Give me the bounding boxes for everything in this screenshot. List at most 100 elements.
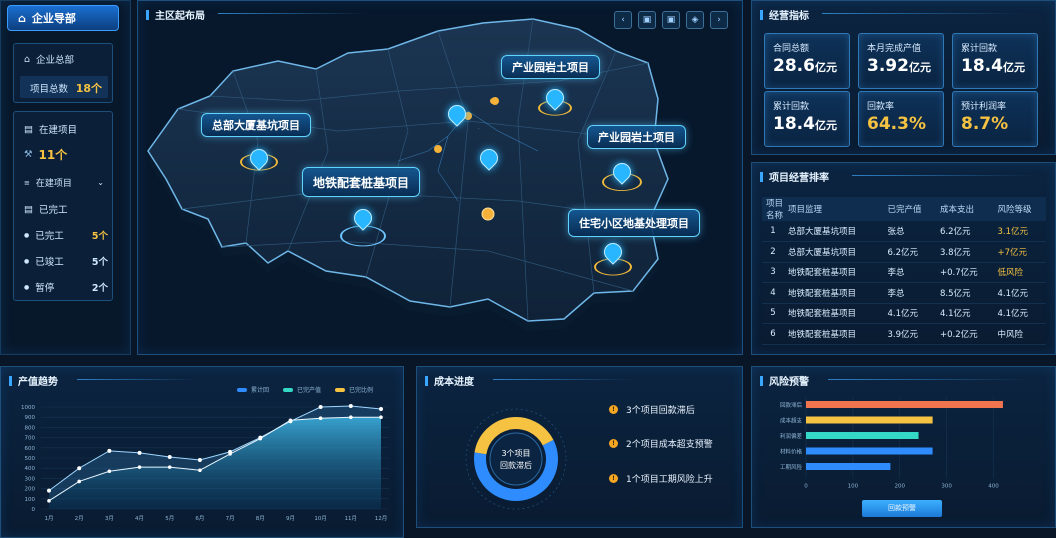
- alert-icon: !: [609, 474, 618, 483]
- bar: [806, 416, 933, 424]
- data-point: [318, 405, 323, 409]
- title-divider: [822, 13, 1022, 14]
- trend-title: 产值趋势: [9, 373, 58, 388]
- kpi-card[interactable]: 本月完成产值 3.92亿元: [858, 33, 944, 89]
- map-label-project[interactable]: 总部大厦基坑项目: [201, 113, 311, 137]
- kpi-card[interactable]: 累计回款 18.4亿元: [764, 91, 850, 147]
- status-item[interactable]: ● 已竣工 5个: [24, 254, 108, 268]
- kpi-card[interactable]: 回款率 64.3%: [858, 91, 944, 147]
- filter-icon: ≡: [24, 178, 30, 187]
- table-cell: 4.1亿元: [993, 282, 1046, 304]
- kpi-label: 累计回款: [773, 102, 810, 112]
- status-item-value: 5个: [91, 257, 108, 268]
- table-cell: 总部大厦基坑项目: [784, 221, 884, 242]
- kpi-number: 18.4: [773, 114, 815, 134]
- kpi-card[interactable]: 预计利润率 8.7%: [952, 91, 1038, 147]
- data-point: [349, 415, 353, 419]
- table-cell: 张总: [883, 221, 936, 242]
- table-row[interactable]: 3 地铁配套桩基项目 李总 +0.7亿元 低风险: [762, 262, 1046, 283]
- table-row[interactable]: 4 地铁配套桩基项目 李总 8.5亿元 4.1亿元: [762, 282, 1046, 304]
- status-item[interactable]: ● 暂停 2个: [24, 280, 108, 294]
- map-label-project[interactable]: 产业园岩土项目: [587, 125, 686, 149]
- cost-alert-item[interactable]: ! 2个项目成本超支预警: [609, 437, 713, 450]
- category-label: 成本超支: [780, 417, 803, 425]
- y-tick-label: 700: [25, 436, 36, 442]
- kpi-label: 回款率: [867, 102, 895, 112]
- table-row[interactable]: 1 总部大厦基坑项目 张总 6.2亿元 3.1亿元: [762, 221, 1046, 242]
- kpi-card[interactable]: 合同总额 28.6亿元: [764, 33, 850, 89]
- completed-heading[interactable]: ▤ 已完工: [24, 202, 68, 217]
- x-tick-label: 300: [941, 484, 952, 490]
- table-cell: 总部大厦基坑项目: [784, 241, 884, 263]
- map-label-project[interactable]: 地铁配套桩基项目: [302, 167, 421, 197]
- table-cell: 6: [762, 323, 784, 345]
- kpi-value: 18.4亿元: [773, 114, 837, 134]
- kpi-card[interactable]: 累计回款 18.4亿元: [952, 33, 1038, 89]
- map-label-project[interactable]: 产业园岩土项目: [501, 55, 600, 79]
- map-label-project[interactable]: 住宅小区地基处理项目: [568, 209, 700, 237]
- table-cell: 2: [762, 241, 784, 263]
- y-tick-label: 300: [25, 476, 36, 482]
- kpi-number: 64.3%: [867, 114, 926, 134]
- table-header: 项目监理: [784, 197, 884, 221]
- data-point: [348, 403, 353, 408]
- document-icon: ▤: [24, 123, 33, 135]
- table-row[interactable]: 2 总部大厦基坑项目 6.2亿元 3.8亿元 +7亿元: [762, 241, 1046, 263]
- cost-alert-text: 3个项目回款滞后: [626, 406, 695, 416]
- table-cell: 李总: [883, 262, 936, 283]
- table-row[interactable]: 5 地铁配套桩基项目 4.1亿元 4.1亿元 4.1亿元: [762, 303, 1046, 324]
- x-tick-label: 5月: [165, 515, 174, 522]
- kpi-unit: 亿元: [908, 61, 931, 74]
- table-row[interactable]: 6 地铁配套桩基项目 3.9亿元 +0.2亿元 中风险: [762, 323, 1046, 345]
- data-point: [47, 488, 51, 493]
- building-icon: ⌂: [24, 53, 31, 65]
- data-point: [137, 465, 142, 469]
- donut-center-line2: 回款滞后: [500, 461, 532, 470]
- document-icon: ▤: [24, 203, 33, 215]
- data-point: [77, 466, 82, 471]
- kpi-label: 本月完成产值: [867, 44, 922, 54]
- kpi-number: 18.4: [961, 56, 1003, 76]
- bar: [806, 463, 891, 470]
- table-cell: +7亿元: [993, 241, 1046, 263]
- hq-row[interactable]: ⌂ 企业总部: [24, 52, 74, 67]
- x-tick-label: 200: [895, 484, 906, 490]
- data-point: [288, 418, 293, 423]
- risk-action-button[interactable]: 回款预警: [862, 500, 942, 517]
- in-progress-row[interactable]: ▤ 在建项目: [24, 122, 77, 137]
- donut-center-text: 3个项目 回款滞后: [485, 448, 547, 472]
- data-point: [167, 465, 172, 469]
- trend-chart: 0 100 200 300 400 500 600 700 800 900 1000 1月 2月 3月 4月…: [21, 403, 389, 522]
- kpi-label: 合同总额: [773, 44, 810, 54]
- enterprise-nav-label: 企业导部: [31, 12, 76, 25]
- table-cell: 李总: [883, 282, 936, 304]
- trend-panel: 产值趋势 累计回 已完产值 已完比例 0 100 200 300 400 500 600 700 8…: [0, 366, 404, 538]
- bar: [806, 447, 933, 455]
- table-cell: 3: [762, 262, 784, 283]
- kpi-value: 3.92亿元: [867, 56, 931, 76]
- y-tick-label: 900: [25, 415, 36, 421]
- enterprise-nav-button[interactable]: ⌂ 企业导部: [7, 5, 119, 31]
- category-label: 工期风险: [780, 463, 803, 471]
- data-point: [198, 468, 202, 473]
- cost-alert-item[interactable]: ! 3个项目回款滞后: [609, 403, 695, 416]
- project-dropdown[interactable]: ≡ 在建项目 ⌄: [24, 176, 104, 189]
- in-progress-count-row: ⚒ 11个: [24, 146, 67, 163]
- project-total-value: 18个: [75, 82, 102, 95]
- title-divider: [77, 379, 197, 380]
- y-tick-label: 1000: [21, 405, 35, 411]
- table-cell: 3.1亿元: [993, 221, 1046, 242]
- y-tick-label: 200: [25, 487, 36, 493]
- table-cell: +0.2亿元: [935, 323, 994, 345]
- table-cell: 6.2亿元: [883, 241, 936, 263]
- table-cell: +0.7亿元: [935, 262, 994, 283]
- table-cell: 4.1亿元: [993, 303, 1046, 324]
- status-item[interactable]: ● 已完工 5个: [24, 228, 108, 242]
- region-map: [147, 18, 669, 331]
- data-point: [228, 452, 232, 456]
- project-total-label: 项目总数: [30, 84, 69, 95]
- ranking-title: 项目经营排率: [760, 169, 829, 184]
- y-tick-label: 400: [25, 466, 36, 472]
- cost-alert-text: 1个项目工期风险上升: [626, 475, 713, 485]
- cost-alert-item[interactable]: ! 1个项目工期风险上升: [609, 472, 713, 485]
